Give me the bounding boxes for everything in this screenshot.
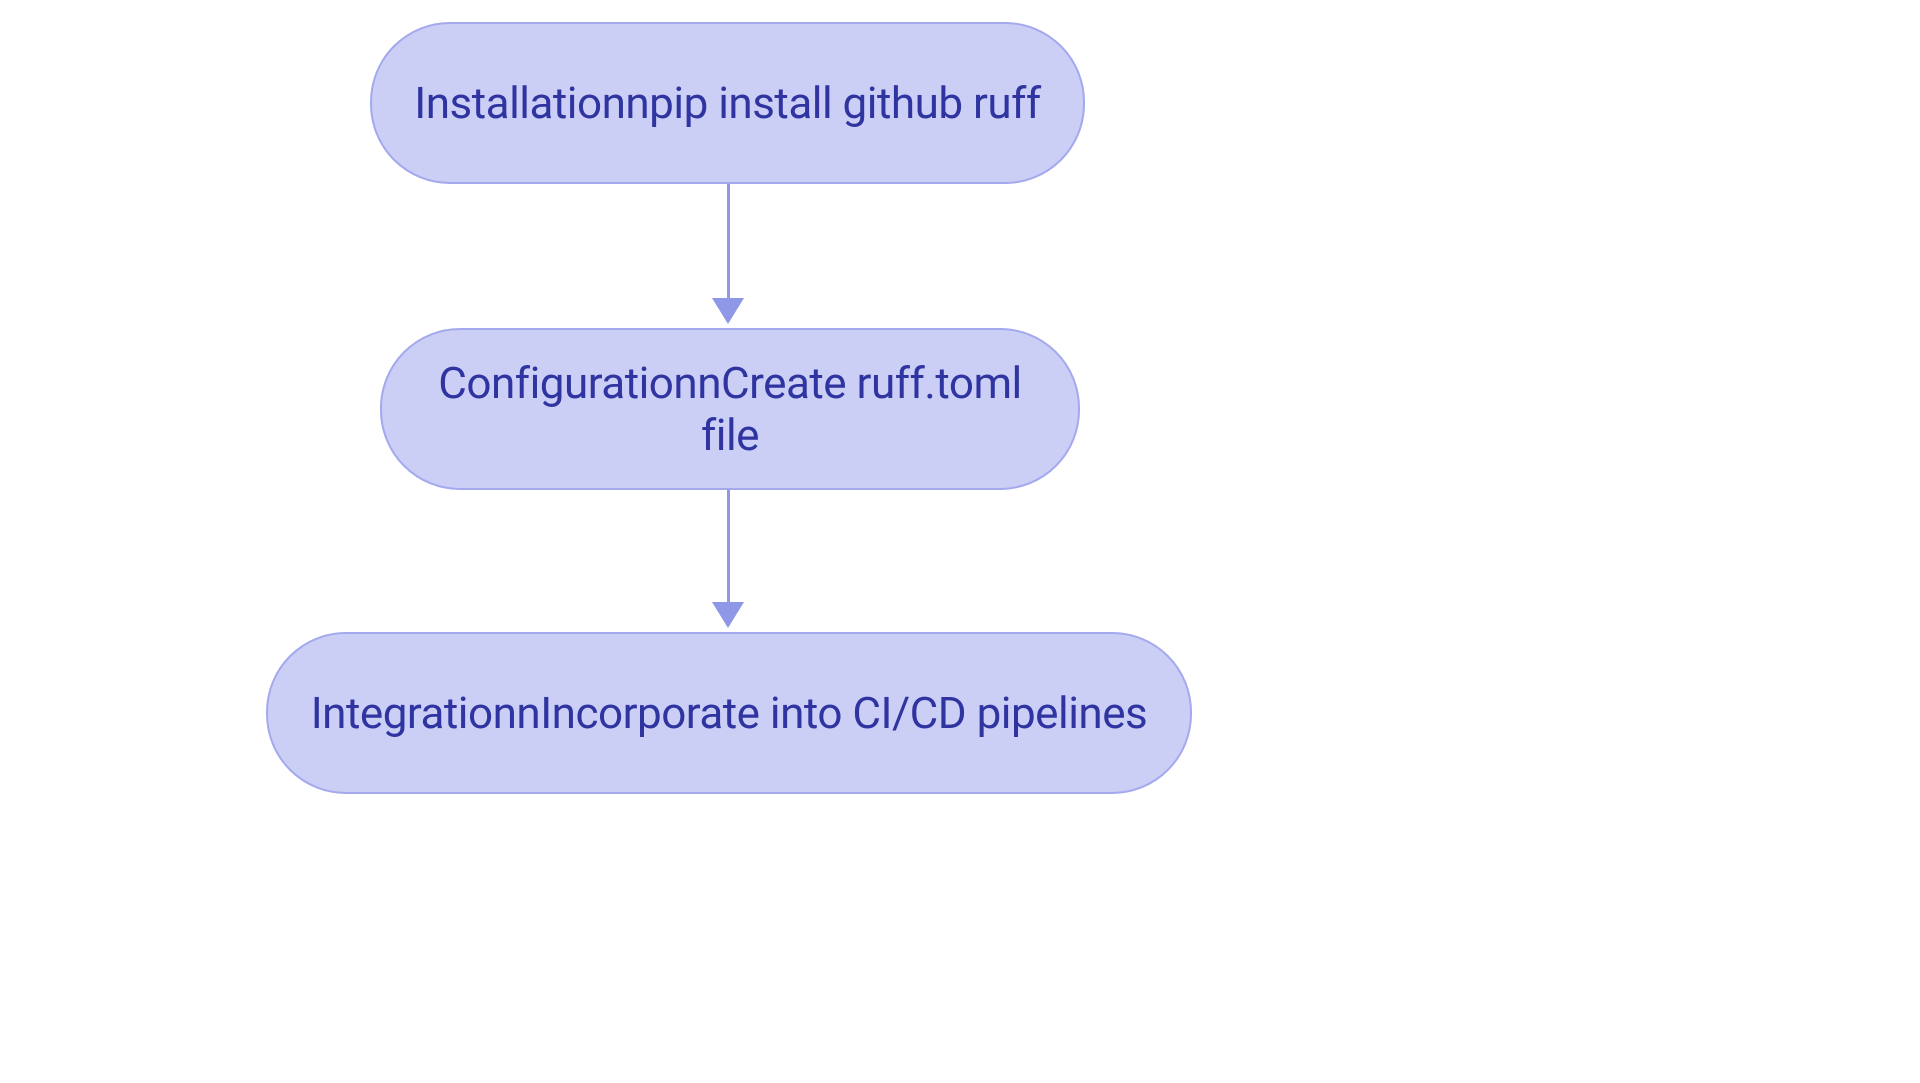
edge-arrow (727, 490, 730, 604)
node-integration: IntegrationnIncorporate into CI/CD pipel… (266, 632, 1192, 794)
node-configuration: ConfigurationnCreate ruff.toml file (380, 328, 1080, 490)
node-label: ConfigurationnCreate ruff.toml file (422, 357, 1038, 461)
edge-arrowhead (712, 298, 744, 324)
edge-arrow (727, 184, 730, 300)
node-label: Installationnpip install github ruff (414, 77, 1040, 129)
node-label: IntegrationnIncorporate into CI/CD pipel… (311, 687, 1148, 739)
flowchart-container: Installationnpip install github ruff Con… (0, 0, 1920, 1083)
node-installation: Installationnpip install github ruff (370, 22, 1085, 184)
edge-arrowhead (712, 602, 744, 628)
